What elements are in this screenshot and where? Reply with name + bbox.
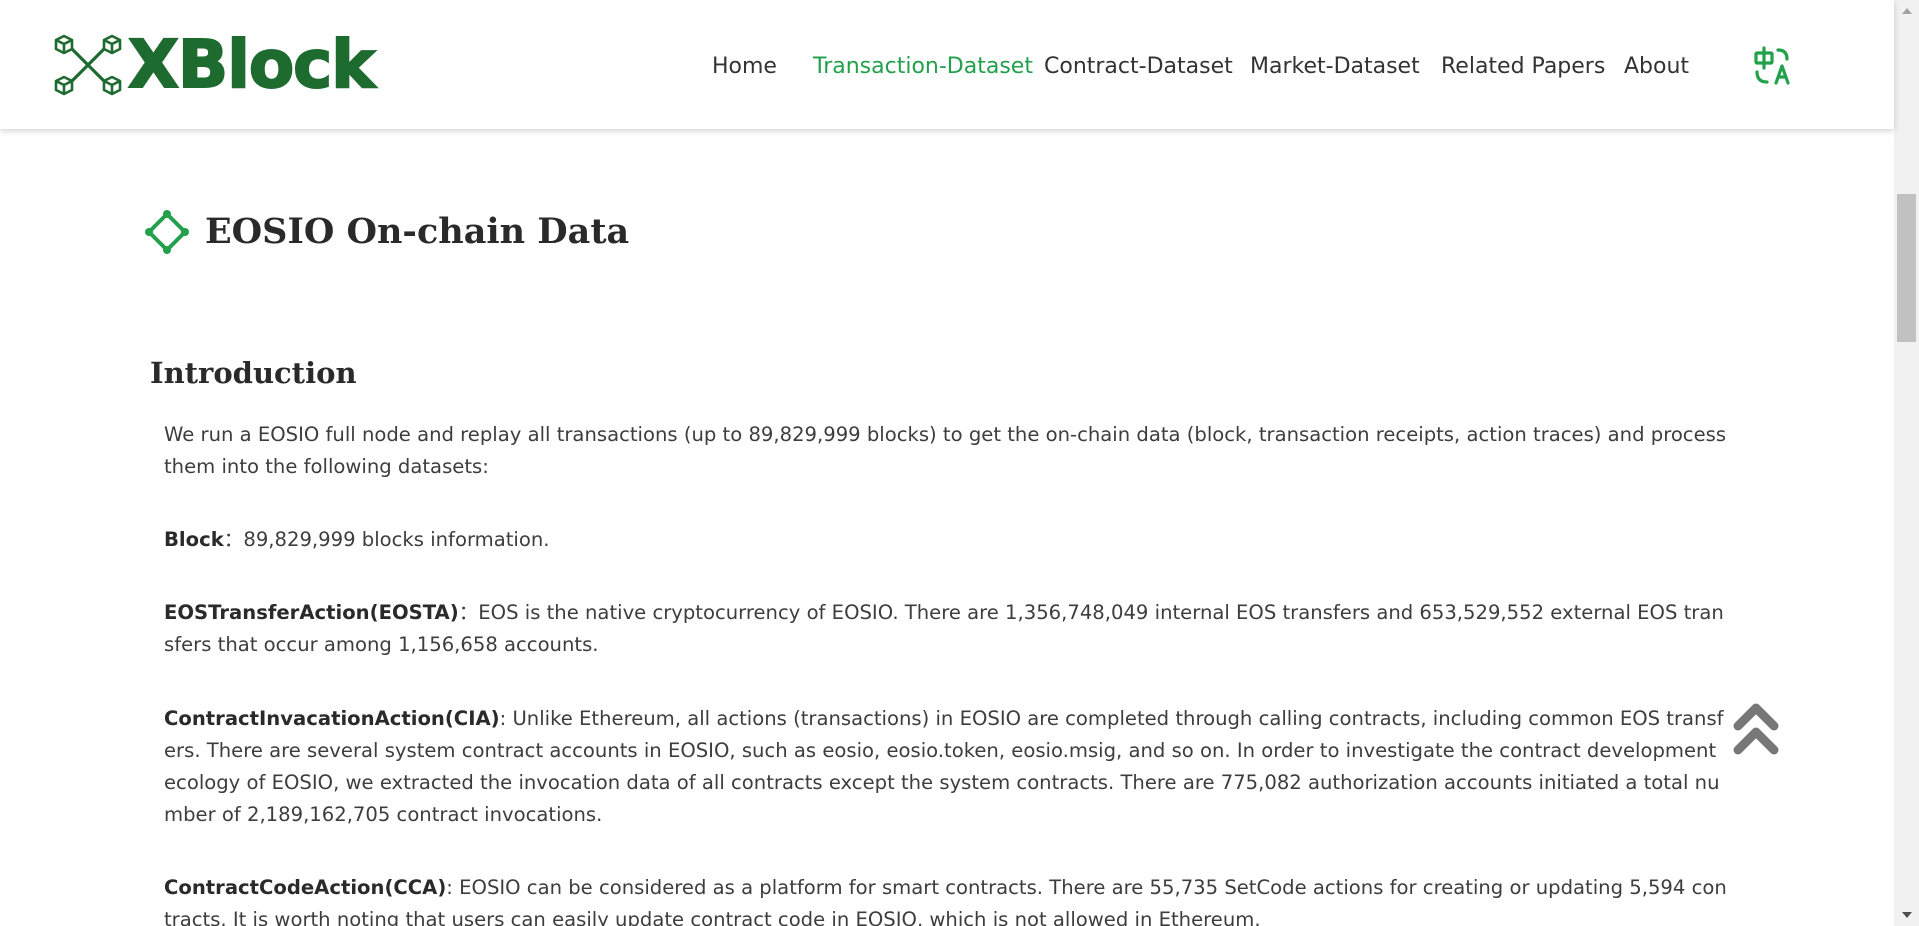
scroll-thumb[interactable] xyxy=(1897,194,1916,342)
page-title: EOSIO On-chain Data xyxy=(205,211,630,252)
dataset-term: ContractInvacationAction(CIA) xyxy=(164,707,500,730)
section-heading-introduction: Introduction xyxy=(150,356,357,390)
dataset-term: EOSTransferAction(EOSTA) xyxy=(164,601,459,624)
page-title-block: EOSIO On-chain Data xyxy=(143,208,629,256)
dataset-item-cia: ContractInvacationAction(CIA): Unlike Et… xyxy=(164,703,1730,831)
dataset-separator: : xyxy=(446,876,460,899)
main-navigation: Home Transaction-Dataset Contract-Datase… xyxy=(0,50,1894,84)
dataset-item-block: Block：89,829,999 blocks information. xyxy=(164,524,1730,556)
translate-icon[interactable] xyxy=(1752,46,1792,86)
dataset-separator: ： xyxy=(223,528,244,551)
nav-about[interactable]: About xyxy=(1624,50,1689,84)
nav-home[interactable]: Home xyxy=(712,50,777,84)
site-header: XBlock Home Transaction-Dataset Contract… xyxy=(0,0,1894,129)
scroll-down-arrow-icon[interactable] xyxy=(1902,912,1912,918)
diamond-icon xyxy=(145,210,189,254)
vertical-scrollbar[interactable] xyxy=(1894,0,1919,926)
double-chevron-up-icon[interactable] xyxy=(1732,700,1780,760)
dataset-term: Block xyxy=(164,528,224,551)
nav-market-dataset[interactable]: Market-Dataset xyxy=(1250,50,1420,84)
nav-related-papers[interactable]: Related Papers xyxy=(1441,50,1605,84)
scroll-up-arrow-icon[interactable] xyxy=(1902,8,1912,14)
intro-paragraph: We run a EOSIO full node and replay all … xyxy=(164,423,1727,478)
dataset-description: 89,829,999 blocks information. xyxy=(243,528,550,551)
dataset-item-cca: ContractCodeAction(CCA): EOSIO can be co… xyxy=(164,872,1730,926)
nav-transaction-dataset[interactable]: Transaction-Dataset xyxy=(813,50,1033,84)
nav-contract-dataset[interactable]: Contract-Dataset xyxy=(1044,50,1233,84)
dataset-term: ContractCodeAction(CCA) xyxy=(164,876,447,899)
dataset-item-eosta: EOSTransferAction(EOSTA)：EOS is the nati… xyxy=(164,597,1730,661)
dataset-separator: : xyxy=(499,707,513,730)
dataset-separator: ： xyxy=(458,601,479,624)
